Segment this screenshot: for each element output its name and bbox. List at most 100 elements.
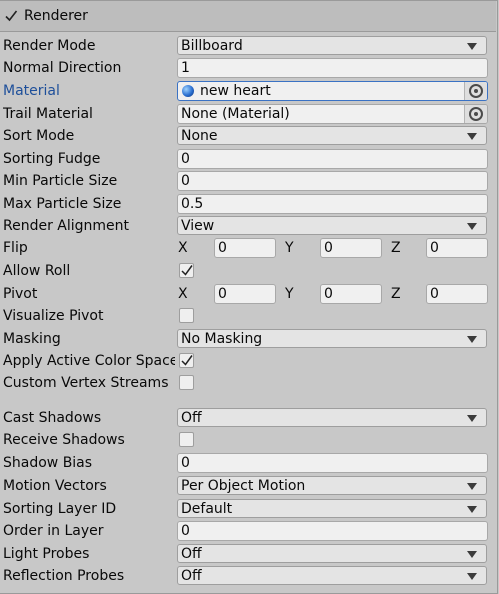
receive-shadows-label: Receive Shadows — [3, 432, 125, 448]
normal-direction-label: Normal Direction — [3, 60, 122, 76]
flip-z-label[interactable]: Z — [391, 239, 401, 257]
chevron-down-icon — [467, 551, 477, 558]
checkmark-icon — [181, 355, 193, 366]
sort-mode-label: Sort Mode — [3, 128, 75, 144]
pivot-x-label[interactable]: X — [178, 285, 188, 303]
sorting-layer-id-label: Sorting Layer ID — [3, 501, 117, 517]
pivot-z-label[interactable]: Z — [391, 285, 401, 303]
reflection-probes-dropdown[interactable]: Off — [177, 566, 487, 585]
cast-shadows-dropdown[interactable]: Off — [177, 408, 487, 427]
normal-direction-value: 1 — [181, 60, 190, 76]
max-particle-size-field[interactable]: 0.5 — [177, 194, 488, 214]
masking-label: Masking — [3, 331, 61, 347]
flip-z-field[interactable]: 0 — [426, 238, 488, 258]
custom-vertex-streams-checkbox[interactable] — [179, 375, 194, 390]
sorting-fudge-row: Sorting Fudge 0 — [0, 148, 496, 170]
pivot-x-field[interactable]: 0 — [214, 284, 276, 304]
pivot-y-label[interactable]: Y — [285, 285, 294, 303]
min-particle-size-label: Min Particle Size — [3, 173, 118, 189]
render-alignment-row: Render Alignment View — [0, 215, 496, 237]
render-alignment-label: Render Alignment — [3, 218, 130, 234]
allow-roll-checkbox[interactable] — [179, 263, 194, 278]
visualize-pivot-row: Visualize Pivot — [0, 305, 496, 327]
render-mode-value: Billboard — [181, 38, 243, 54]
shadow-bias-row: Shadow Bias 0 — [0, 452, 496, 474]
allow-roll-row: Allow Roll — [0, 260, 496, 282]
trail-material-picker-button[interactable] — [464, 105, 487, 123]
pivot-z-value: 0 — [430, 286, 439, 302]
min-particle-size-row: Min Particle Size 0 — [0, 170, 496, 192]
flip-x-field[interactable]: 0 — [214, 238, 276, 258]
material-value: new heart — [200, 83, 271, 99]
object-picker-icon — [469, 107, 483, 121]
checkmark-icon — [181, 265, 193, 276]
motion-vectors-label: Motion Vectors — [3, 478, 107, 494]
material-row: Material new heart — [0, 80, 496, 102]
masking-dropdown[interactable]: No Masking — [177, 329, 487, 348]
light-probes-row: Light Probes Off — [0, 543, 496, 565]
normal-direction-field[interactable]: 1 — [177, 58, 488, 78]
chevron-down-icon — [467, 483, 477, 490]
visualize-pivot-checkbox[interactable] — [179, 308, 194, 323]
visualize-pivot-label: Visualize Pivot — [3, 308, 104, 324]
order-in-layer-field[interactable]: 0 — [177, 521, 488, 541]
apply-active-color-space-label: Apply Active Color Space — [3, 353, 175, 369]
cast-shadows-value: Off — [181, 410, 202, 426]
shadow-bias-field[interactable]: 0 — [177, 453, 488, 473]
sorting-fudge-label: Sorting Fudge — [3, 151, 101, 167]
reflection-probes-row: Reflection Probes Off — [0, 565, 496, 587]
render-alignment-dropdown[interactable]: View — [177, 216, 487, 235]
chevron-down-icon — [467, 573, 477, 580]
sorting-layer-id-dropdown[interactable]: Default — [177, 499, 487, 518]
max-particle-size-row: Max Particle Size 0.5 — [0, 193, 496, 215]
material-sphere-icon — [182, 85, 194, 97]
pivot-row: Pivot X 0 Y 0 Z 0 — [0, 283, 496, 305]
masking-row: Masking No Masking — [0, 328, 496, 350]
pivot-y-value: 0 — [324, 286, 333, 302]
order-in-layer-row: Order in Layer 0 — [0, 520, 496, 542]
trail-material-field[interactable]: None (Material) — [177, 104, 488, 124]
sort-mode-row: Sort Mode None — [0, 125, 496, 147]
reflection-probes-label: Reflection Probes — [3, 568, 125, 584]
flip-y-label[interactable]: Y — [285, 239, 294, 257]
component-header[interactable]: Renderer — [0, 1, 496, 32]
light-probes-label: Light Probes — [3, 546, 90, 562]
pivot-z-field[interactable]: 0 — [426, 284, 488, 304]
render-alignment-value: View — [181, 218, 215, 234]
component-title: Renderer — [24, 8, 88, 24]
custom-vertex-streams-row: Custom Vertex Streams — [0, 372, 496, 394]
material-picker-button[interactable] — [464, 82, 487, 100]
light-probes-dropdown[interactable]: Off — [177, 544, 487, 563]
render-mode-dropdown[interactable]: Billboard — [177, 36, 487, 55]
chevron-down-icon — [467, 223, 477, 230]
light-probes-value: Off — [181, 546, 202, 562]
flip-row: Flip X 0 Y 0 Z 0 — [0, 237, 496, 259]
motion-vectors-value: Per Object Motion — [181, 478, 306, 494]
pivot-y-field[interactable]: 0 — [320, 284, 382, 304]
material-label[interactable]: Material — [3, 82, 175, 100]
sorting-layer-id-value: Default — [181, 501, 233, 517]
sort-mode-dropdown[interactable]: None — [177, 126, 487, 145]
flip-y-field[interactable]: 0 — [320, 238, 382, 258]
cast-shadows-row: Cast Shadows Off — [0, 407, 496, 429]
sorting-layer-id-row: Sorting Layer ID Default — [0, 498, 496, 520]
apply-active-color-space-checkbox[interactable] — [179, 353, 194, 368]
component-enabled-checkbox[interactable] — [4, 9, 18, 23]
custom-vertex-streams-label: Custom Vertex Streams — [3, 375, 169, 391]
renderer-panel: Renderer Render Mode Billboard Normal Di… — [0, 0, 498, 594]
normal-direction-row: Normal Direction 1 — [0, 57, 496, 79]
receive-shadows-row: Receive Shadows — [0, 429, 496, 451]
shadow-bias-label: Shadow Bias — [3, 455, 93, 471]
allow-roll-label: Allow Roll — [3, 263, 71, 279]
shadow-bias-value: 0 — [181, 455, 190, 471]
flip-x-value: 0 — [218, 240, 227, 256]
min-particle-size-field[interactable]: 0 — [177, 171, 488, 191]
apply-active-color-space-row: Apply Active Color Space — [0, 350, 496, 372]
motion-vectors-row: Motion Vectors Per Object Motion — [0, 475, 496, 497]
material-field[interactable]: new heart — [177, 81, 488, 101]
receive-shadows-checkbox[interactable] — [179, 432, 194, 447]
trail-material-value: None (Material) — [181, 106, 290, 122]
sorting-fudge-field[interactable]: 0 — [177, 149, 488, 169]
flip-x-label[interactable]: X — [178, 239, 188, 257]
motion-vectors-dropdown[interactable]: Per Object Motion — [177, 476, 487, 495]
